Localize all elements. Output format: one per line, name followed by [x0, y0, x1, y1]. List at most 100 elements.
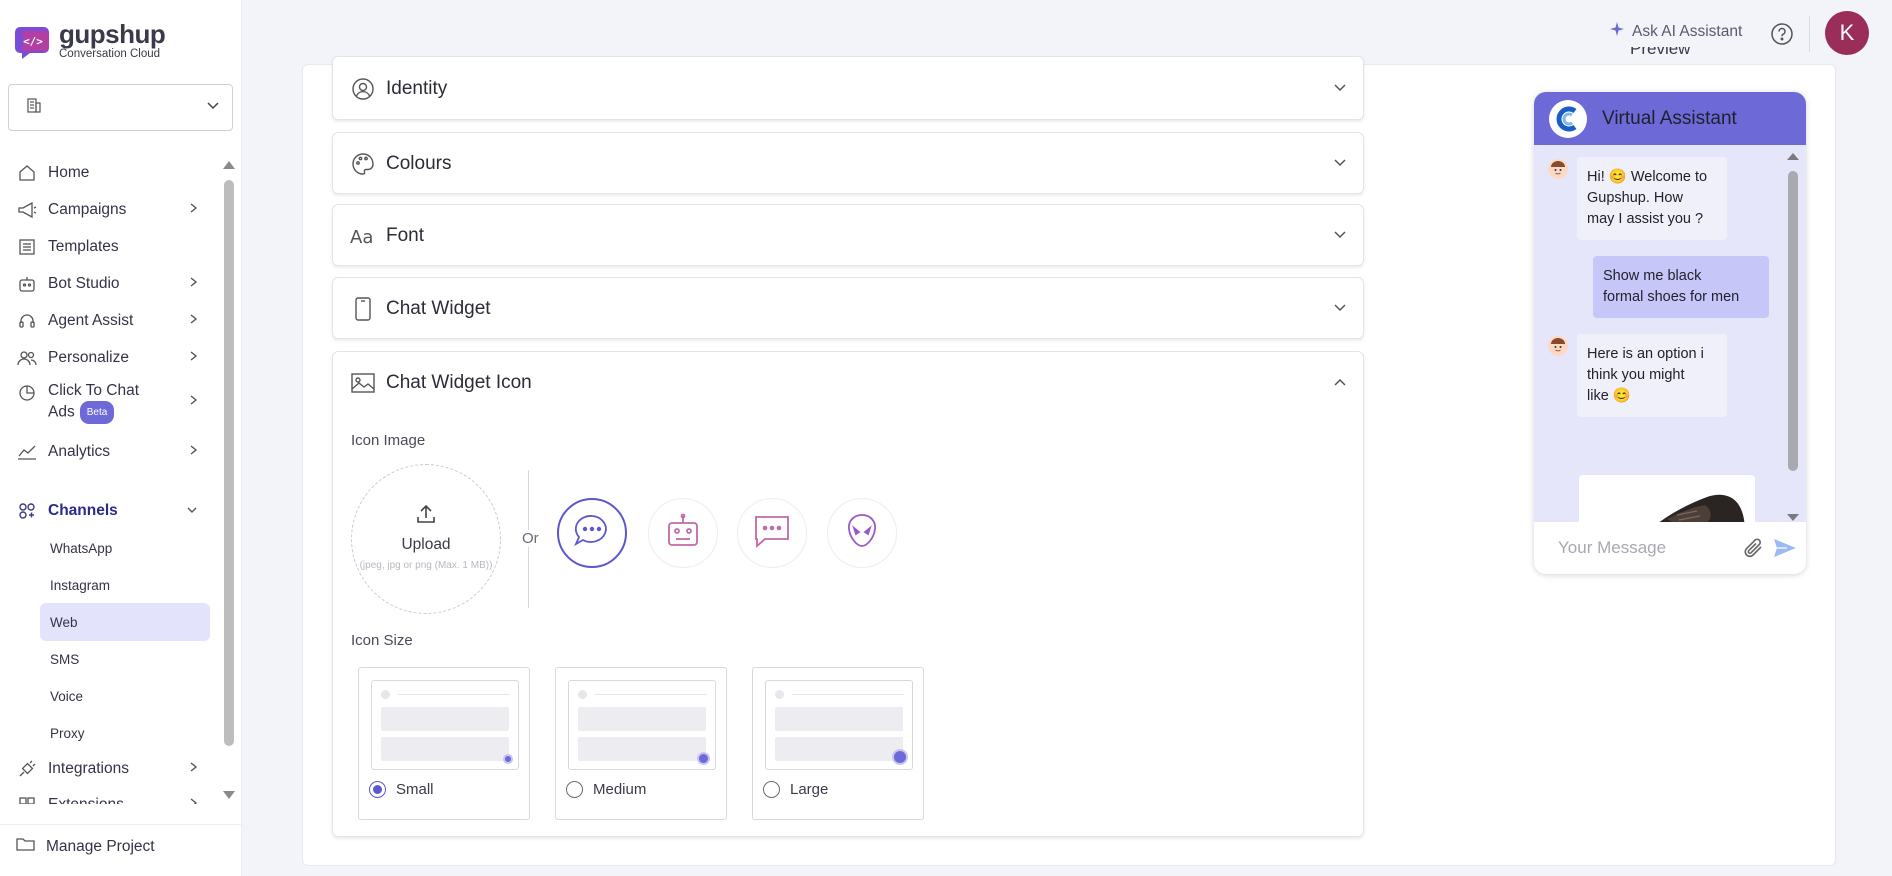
sidebar-item-label: Personalize [48, 349, 129, 366]
sidebar-item-label: Integrations [48, 760, 129, 777]
paperclip-icon[interactable] [1743, 537, 1765, 564]
message-line: Hi! 😊 Welcome to [1587, 169, 1708, 185]
sidebar-item-channels[interactable]: Channels [0, 498, 210, 524]
chevron-down-icon [206, 98, 220, 117]
sidebar-item-label: Click To Chat [48, 382, 140, 399]
sidebar-subitem-proxy[interactable]: Proxy [40, 714, 210, 752]
sidebar-item-agent-assist[interactable]: Agent Assist [0, 308, 210, 334]
chevron-down-icon [1333, 227, 1347, 245]
message-line: may I assist you ? [1587, 211, 1704, 227]
help-icon[interactable] [1770, 22, 1794, 46]
user-circle-icon [350, 76, 376, 102]
sidebar-item-personalize[interactable]: Personalize [0, 345, 210, 371]
manage-project-label: Manage Project [46, 837, 155, 855]
sidebar-subitem-web[interactable]: Web [40, 603, 210, 641]
sidebar-item-label: Templates [48, 238, 119, 255]
size-option-small[interactable]: Small [358, 667, 530, 820]
sidebar-item-campaigns[interactable]: Campaigns [0, 197, 210, 223]
size-option-medium[interactable]: Medium [555, 667, 727, 820]
image-icon [350, 370, 376, 396]
alien-icon [845, 512, 879, 555]
icon-option-robot[interactable] [648, 498, 718, 568]
or-label: Or [520, 530, 541, 547]
icon-option-message[interactable] [737, 498, 807, 568]
product-image-shoe [1579, 475, 1755, 522]
beta-badge: Beta [79, 401, 115, 424]
building-icon [25, 96, 43, 119]
sidebar-subitem-label: Voice [50, 688, 84, 704]
widget-chat-area: Hi! 😊 Welcome to Gupshup. How may I assi… [1534, 145, 1806, 522]
sidebar-item-extensions[interactable]: Extensions [0, 792, 210, 804]
widget-title: Virtual Assistant [1602, 107, 1737, 129]
ask-ai-assistant-button[interactable]: Ask AI Assistant [1610, 22, 1742, 41]
message-line: Gupshup. How [1587, 190, 1683, 206]
svg-text:</>: </> [23, 35, 43, 48]
sidebar-subitem-whatsapp[interactable]: WhatsApp [40, 529, 210, 567]
sidebar-item-click-to-chat-ads[interactable]: Click To Chat Ads Beta [0, 380, 210, 424]
chat-bubble-icon [573, 513, 611, 554]
bot-icon [16, 273, 38, 295]
analytics-icon [16, 441, 38, 463]
upload-icon-button[interactable]: Upload (jpeg, jpg or png (Max. 1 MB)) [351, 464, 501, 614]
sidebar-subitem-voice[interactable]: Voice [40, 677, 210, 715]
icon-option-alien[interactable] [827, 498, 897, 568]
size-option-label: Large [790, 781, 829, 798]
user-message: Show me black formal shoes for men [1593, 256, 1769, 318]
radio-small[interactable] [369, 781, 386, 798]
chevron-right-icon [188, 796, 198, 804]
message-line: Here is an option i [1587, 346, 1704, 362]
project-select[interactable] [8, 84, 233, 131]
sidebar-item-home[interactable]: Home [0, 160, 210, 186]
chevron-down-icon [1333, 300, 1347, 318]
robot-icon [664, 512, 702, 555]
send-icon[interactable] [1773, 538, 1797, 563]
message-line: Show me black [1603, 268, 1702, 284]
upload-icon [415, 503, 437, 530]
manage-project-button[interactable]: Manage Project [0, 824, 242, 868]
size-preview-medium [568, 680, 716, 770]
section-title: Chat Widget [386, 298, 491, 319]
accordion-chat-widget[interactable]: Chat Widget [332, 277, 1364, 339]
bot-message: Hi! 😊 Welcome to Gupshup. How may I assi… [1577, 157, 1727, 240]
radio-large[interactable] [763, 781, 780, 798]
chevron-right-icon [188, 393, 198, 411]
sidebar-subitem-label: WhatsApp [50, 540, 113, 556]
size-option-label: Medium [593, 781, 647, 798]
chevron-right-icon [188, 760, 198, 778]
avatar[interactable]: K [1825, 11, 1869, 55]
sidebar-subitem-label: Instagram [50, 577, 111, 593]
sidebar-item-analytics[interactable]: Analytics [0, 439, 210, 465]
sidebar-item-bot-studio[interactable]: Bot Studio [0, 271, 210, 297]
message-square-icon [753, 513, 791, 554]
sidebar-item-label: Campaigns [48, 201, 127, 218]
message-line: formal shoes for men [1603, 289, 1740, 305]
chat-widget-icon-header[interactable]: Chat Widget Icon [333, 352, 1363, 414]
sidebar-scroll-thumb[interactable] [224, 180, 234, 746]
brand-logo[interactable]: </> gupshup Conversation Cloud [14, 21, 166, 62]
sidebar-nav: Home Campaigns Templates Bot Studio Agen… [0, 152, 222, 804]
icon-option-chat-bubble[interactable] [557, 498, 627, 568]
svg-text:Aa: Aa [350, 227, 373, 246]
message-line: like 😊 [1587, 388, 1631, 404]
sidebar-item-integrations[interactable]: Integrations [0, 756, 210, 782]
message-input[interactable]: Your Message [1534, 522, 1806, 574]
preview-label: Preview [1630, 47, 1710, 67]
accordion-colours[interactable]: Colours [332, 132, 1364, 194]
sidebar-item-label: Ads [48, 403, 75, 421]
palette-icon [350, 151, 376, 177]
widget-scroll-thumb[interactable] [1788, 171, 1798, 471]
sidebar-subitem-sms[interactable]: SMS [40, 640, 210, 678]
size-option-large[interactable]: Large [752, 667, 924, 820]
radio-medium[interactable] [566, 781, 583, 798]
sidebar: </> gupshup Conversation Cloud Home Camp… [0, 0, 242, 876]
mobile-icon [350, 296, 376, 322]
sidebar-subitem-instagram[interactable]: Instagram [40, 566, 210, 604]
sidebar-item-templates[interactable]: Templates [0, 234, 210, 260]
users-icon [16, 347, 38, 369]
sidebar-subitem-label: Proxy [50, 725, 85, 741]
sparkle-icon [1610, 22, 1624, 41]
bot-avatar-icon [1548, 336, 1568, 356]
accordion-font[interactable]: Aa Font [332, 204, 1364, 266]
chevron-down-icon [186, 502, 198, 520]
accordion-identity[interactable]: Identity [332, 56, 1364, 120]
